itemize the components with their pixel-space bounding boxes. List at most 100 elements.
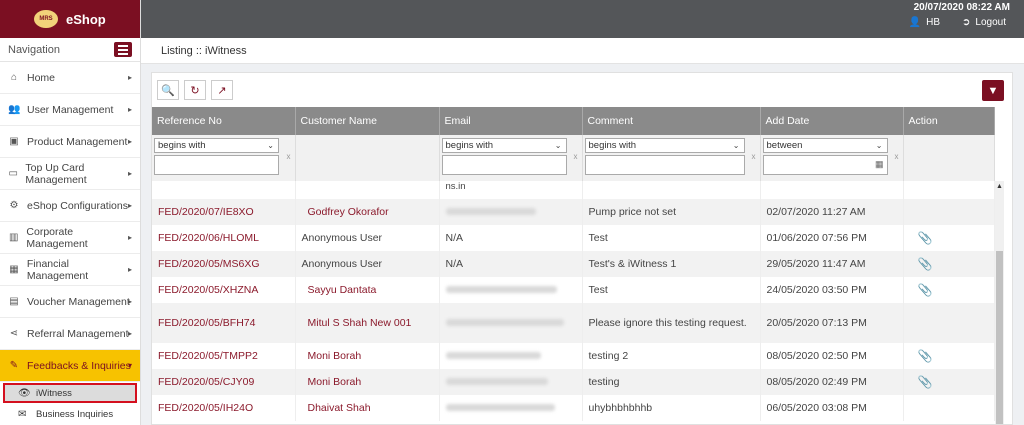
sidebar-subitem-business-inquiries[interactable]: ✉ Business Inquiries — [0, 404, 140, 424]
voucher-icon: ▤ — [9, 296, 19, 307]
sidebar: MRS eShop Navigation ⌂ Home ▸ 👥 User Managem… — [0, 0, 141, 425]
date-filter-input[interactable]: ▦ — [762, 155, 888, 175]
attachment-icon[interactable]: 📎 — [910, 283, 933, 297]
logout-button[interactable]: ➲ Logout — [962, 17, 1006, 28]
reference-link[interactable]: FED/2020/07/IE8XO — [158, 206, 254, 218]
vertical-scrollbar[interactable]: ▲ — [995, 181, 1004, 424]
ref-filter-input[interactable] — [154, 155, 279, 175]
email-value: N/A — [445, 232, 464, 244]
attachment-icon[interactable]: 📎 — [910, 257, 933, 271]
comment-filter-clear-icon[interactable]: x — [752, 152, 756, 161]
table-row[interactable]: FED/2020/07/IE8XO Godfrey Okorafor Pump pr… — [152, 199, 995, 225]
attachment-icon[interactable]: 📎 — [910, 349, 933, 363]
sidebar-item-referral-management[interactable]: ⋖ Referral Management ▸ — [0, 318, 140, 350]
toolbar: 🔍 ↻ ↗ — [152, 73, 1012, 107]
sidebar-item-eshop-configurations[interactable]: ⚙ eShop Configurations ▸ — [0, 190, 140, 222]
chevron-right-icon: ▸ — [127, 169, 132, 178]
reference-link[interactable]: FED/2020/06/HLOML — [158, 232, 259, 244]
sidebar-item-voucher-management[interactable]: ▤ Voucher Management ▸ — [0, 286, 140, 318]
filter-button[interactable]: ▼ — [982, 80, 1004, 101]
sidebar-item-corporate-management[interactable]: ▥ Corporate Management ▸ — [0, 222, 140, 254]
table-row[interactable]: FED/2020/05/TMPP2 Moni Borah testing 2 08/0… — [152, 343, 995, 369]
customer-name: Anonymous User — [301, 258, 383, 270]
reference-link[interactable]: FED/2020/05/CJY09 — [158, 376, 254, 388]
chart-icon: ▥ — [8, 232, 19, 243]
add-date: 24/05/2020 03:50 PM — [766, 284, 867, 296]
filter-row: begins with ⌄ x begins with ⌄ x begins wit… — [152, 135, 995, 181]
search-button[interactable]: 🔍 — [157, 80, 179, 100]
customer-name[interactable]: Mitul S Shah New 001 — [302, 317, 412, 329]
customer-name[interactable]: Sayyu Dantata — [302, 284, 377, 296]
export-button[interactable]: ↗ — [211, 80, 233, 100]
brand-name: eShop — [66, 11, 106, 27]
email-redacted — [445, 208, 536, 215]
ref-filter-clear-icon[interactable]: x — [287, 152, 291, 161]
add-date: 29/05/2020 11:47 AM — [766, 258, 866, 270]
search-icon: 🔍 — [161, 84, 175, 97]
reference-link[interactable]: FED/2020/05/XHZNA — [158, 284, 258, 296]
reference-link[interactable]: FED/2020/05/TMPP2 — [158, 350, 258, 362]
email-redacted — [445, 286, 557, 293]
reference-link[interactable]: FED/2020/05/BFH74 — [158, 317, 255, 329]
share-icon: ⋖ — [9, 328, 19, 339]
sidebar-subitem-iwitness[interactable]: 👁 iWitness — [3, 383, 137, 403]
attachment-icon[interactable]: 📎 — [910, 231, 933, 245]
sidebar-item-home[interactable]: ⌂ Home ▸ — [0, 62, 140, 94]
sidebar-subitem-label: Business Inquiries — [36, 408, 114, 420]
header-email[interactable]: Email — [439, 107, 583, 135]
brand-bar[interactable]: MRS eShop — [0, 0, 140, 38]
box-icon: ▣ — [9, 136, 19, 147]
customer-name[interactable]: Moni Borah — [302, 350, 362, 362]
reference-link[interactable]: FED/2020/05/MS6XG — [158, 258, 260, 270]
header-reference-no[interactable]: Reference No — [152, 107, 296, 135]
calendar-icon[interactable]: ▦ — [875, 159, 884, 170]
header-customer-name[interactable]: Customer Name — [295, 107, 440, 135]
scroll-up-icon[interactable]: ▲ — [996, 183, 1003, 190]
sidebar-item-product-management[interactable]: ▣ Product Management ▸ — [0, 126, 140, 158]
table-row[interactable]: FED/2020/06/HLOML Anonymous User N/A Test 01… — [152, 225, 995, 251]
comment-text: Please ignore this testing request. — [588, 317, 747, 329]
breadcrumb: Listing :: iWitness — [141, 38, 1024, 64]
table-row[interactable]: FED/2020/05/CJY09 Moni Borah testing 08/05/… — [152, 369, 995, 395]
comment-text: testing — [588, 376, 620, 388]
table-row[interactable]: FED/2020/05/BFH74 Mitul S Shah New 001 Ple… — [152, 303, 995, 343]
email-redacted — [445, 352, 541, 359]
date-filter-clear-icon[interactable]: x — [895, 152, 899, 161]
scroll-thumb[interactable] — [996, 251, 1003, 424]
sidebar-item-label: Financial Management — [26, 257, 89, 282]
sidebar-item-user-management[interactable]: 👥 User Management ▸ — [0, 94, 140, 126]
chevron-down-icon: ⌄ — [554, 141, 562, 150]
eye-icon: 👁 — [18, 387, 31, 399]
header-comment[interactable]: Comment — [582, 107, 761, 135]
customer-name[interactable]: Moni Borah — [302, 376, 362, 388]
sidebar-item-feedbacks-inquiries[interactable]: ✎ Feedbacks & Inquiries ▾ — [0, 350, 140, 382]
chevron-right-icon: ▸ — [127, 201, 132, 210]
menu-toggle-button[interactable] — [114, 42, 132, 57]
table-row[interactable]: FED/2020/05/MS6XG Anonymous User N/A Test's… — [152, 251, 995, 277]
chevron-down-icon: ▾ — [127, 361, 132, 370]
ref-filter-select[interactable]: begins with ⌄ — [154, 138, 279, 153]
table-row[interactable]: FED/2020/05/IH24O Dhaivat Shah uhybhbhbhhb… — [152, 395, 995, 421]
chevron-right-icon: ▸ — [127, 297, 132, 306]
sidebar-item-financial-management[interactable]: ▦ Financial Management ▸ — [0, 254, 140, 286]
iwitness-table: Reference No Customer Name Email Comment… — [152, 107, 995, 421]
user-menu[interactable]: 👤 HB — [909, 17, 940, 28]
add-date: 02/07/2020 11:27 AM — [766, 206, 866, 218]
email-filter-input[interactable] — [441, 155, 567, 175]
email-filter-select[interactable]: begins with ⌄ — [441, 138, 567, 153]
email-filter-clear-icon[interactable]: x — [574, 152, 578, 161]
sidebar-item-label: Feedbacks & Inquiries — [27, 359, 131, 372]
attachment-icon[interactable]: 📎 — [910, 375, 933, 389]
refresh-button[interactable]: ↻ — [184, 80, 206, 100]
customer-filter-cell — [295, 135, 440, 181]
header-add-date[interactable]: Add Date — [760, 107, 904, 135]
customer-name[interactable]: Dhaivat Shah — [302, 402, 371, 414]
reference-link[interactable]: FED/2020/05/IH24O — [158, 402, 253, 414]
page-title: Listing :: iWitness — [161, 44, 247, 57]
comment-filter-select[interactable]: begins with ⌄ — [584, 138, 745, 153]
comment-filter-input[interactable] — [584, 155, 745, 175]
customer-name[interactable]: Godfrey Okorafor — [302, 206, 389, 218]
date-filter-select[interactable]: between ⌄ — [762, 138, 888, 153]
table-row[interactable]: FED/2020/05/XHZNA Sayyu Dantata Test 24/05/… — [152, 277, 995, 303]
sidebar-item-top-up-card-management[interactable]: ▭ Top Up Card Management ▸ — [0, 158, 140, 190]
